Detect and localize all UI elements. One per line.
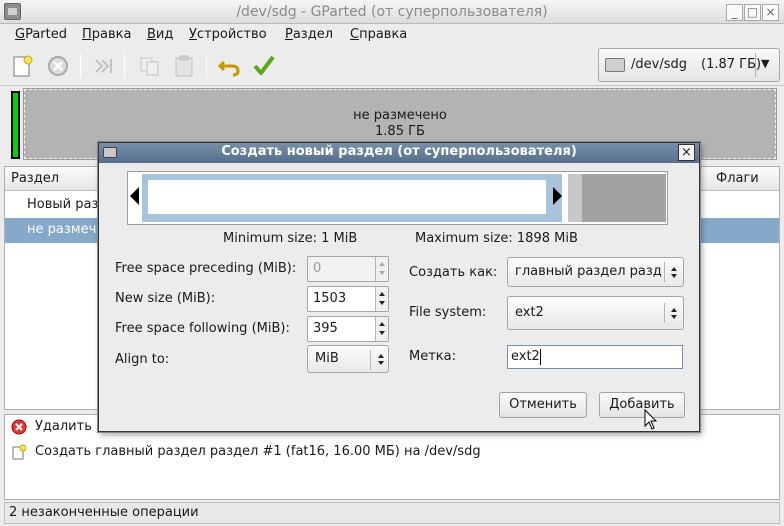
file-system-combo[interactable]: ext2 bbox=[507, 296, 684, 330]
list-item[interactable]: Создать главный раздел раздел #1 (fat16,… bbox=[9, 441, 509, 463]
free-preceding-spinner[interactable]: 0 bbox=[307, 256, 389, 282]
chevron-down-icon bbox=[378, 361, 384, 365]
resize-move-icon[interactable] bbox=[90, 52, 118, 80]
status-text: 2 незаконченные операции bbox=[9, 505, 199, 520]
align-to-combo[interactable]: MiB bbox=[307, 345, 389, 373]
title-bar: /dev/sdg - GParted (от суперпользователя… bbox=[0, 0, 784, 24]
menu-bar: GParted Правка Вид Устройство Раздел Спр… bbox=[0, 24, 784, 46]
partition-label-value: ext2 bbox=[511, 349, 540, 364]
free-preceding-value: 0 bbox=[313, 261, 322, 276]
toolbar-separator bbox=[80, 54, 81, 78]
chevron-down-icon bbox=[671, 315, 677, 319]
operation-text: Удалить bbox=[35, 419, 92, 434]
align-to-label: Align to: bbox=[115, 352, 170, 367]
new-partition-icon bbox=[11, 444, 27, 460]
align-to-value: MiB bbox=[315, 351, 339, 366]
menu-gparted[interactable]: GParted bbox=[15, 27, 67, 42]
chevron-up-icon bbox=[671, 308, 677, 312]
device-name: /dev/sdg bbox=[631, 57, 687, 72]
partition-resizer[interactable] bbox=[127, 171, 668, 225]
unallocated-size: 1.85 ГБ bbox=[375, 124, 425, 139]
partition-graph-small[interactable] bbox=[11, 91, 20, 159]
create-as-combo[interactable]: главный раздел разд bbox=[507, 257, 684, 287]
menu-view[interactable]: Вид bbox=[147, 27, 173, 42]
combo-separator bbox=[370, 350, 371, 370]
window-title: /dev/sdg - GParted (от суперпользователя… bbox=[236, 4, 548, 20]
menu-help[interactable]: Справка bbox=[350, 27, 407, 42]
partition-label-label: Метка: bbox=[409, 349, 456, 364]
resizer-slack bbox=[568, 174, 582, 222]
combo-separator bbox=[664, 262, 665, 282]
menu-edit[interactable]: Правка bbox=[82, 27, 131, 42]
spinner-buttons[interactable] bbox=[375, 257, 388, 281]
copy-icon[interactable] bbox=[136, 52, 164, 80]
max-size-label: Maximum size: 1898 MiB bbox=[415, 231, 578, 246]
toolbar-separator bbox=[124, 54, 125, 78]
unallocated-label: не размечено bbox=[353, 108, 447, 123]
free-following-spinner[interactable]: 395 bbox=[307, 316, 389, 342]
combo-separator bbox=[755, 53, 756, 77]
column-flags[interactable]: Флаги bbox=[716, 171, 759, 186]
chevron-down-icon bbox=[671, 274, 677, 278]
free-following-label: Free space following (MiB): bbox=[115, 321, 290, 336]
min-size-label: Minimum size: 1 MiB bbox=[223, 231, 358, 246]
operation-text: Создать главный раздел раздел #1 (fat16,… bbox=[35, 444, 481, 459]
menu-device[interactable]: Устройство bbox=[189, 27, 267, 42]
minimize-button[interactable]: _ bbox=[726, 4, 743, 21]
add-button[interactable]: Добавить bbox=[599, 392, 685, 418]
chevron-down-icon: ▼ bbox=[761, 57, 770, 70]
undo-icon[interactable] bbox=[216, 52, 244, 80]
column-partition[interactable]: Раздел bbox=[11, 171, 59, 186]
resizer-partition-inner bbox=[148, 180, 546, 214]
maximize-button[interactable]: □ bbox=[744, 4, 761, 21]
apply-icon[interactable] bbox=[250, 52, 278, 80]
resizer-free-space-following bbox=[582, 174, 666, 222]
unallocated-graph-label: не размечено 1.85 ГБ bbox=[24, 108, 776, 140]
status-bar: 2 незаконченные операции bbox=[4, 502, 780, 524]
dialog-title-bar: Создать новый раздел (от суперпользовате… bbox=[99, 143, 699, 163]
partition-name: Новый разд bbox=[27, 197, 108, 212]
dialog-title: Создать новый раздел (от суперпользовате… bbox=[221, 144, 577, 159]
new-size-value: 1503 bbox=[313, 291, 347, 306]
combo-separator bbox=[664, 303, 665, 323]
create-as-value: главный раздел разд bbox=[515, 264, 662, 279]
chevron-up-icon bbox=[671, 267, 677, 271]
resize-handle-left[interactable] bbox=[130, 187, 139, 205]
partition-label-input[interactable]: ext2 bbox=[507, 345, 683, 369]
harddisk-icon bbox=[605, 58, 625, 72]
list-item[interactable]: Удалить bbox=[9, 416, 99, 438]
spin-up-icon bbox=[379, 262, 385, 266]
dialog-close-button[interactable]: × bbox=[678, 144, 695, 161]
spin-down-icon bbox=[379, 271, 385, 275]
spin-up-icon bbox=[379, 322, 385, 326]
device-size: (1.87 ГБ) bbox=[701, 57, 762, 72]
chevron-up-icon bbox=[378, 354, 384, 358]
resize-handle-right[interactable] bbox=[553, 187, 562, 205]
delete-icon[interactable] bbox=[44, 52, 72, 80]
spinner-buttons[interactable] bbox=[375, 287, 388, 311]
toolbar-separator bbox=[206, 54, 207, 78]
file-system-value: ext2 bbox=[515, 305, 544, 320]
text-caret bbox=[540, 349, 541, 365]
paste-icon[interactable] bbox=[170, 52, 198, 80]
menu-partition[interactable]: Раздел bbox=[285, 27, 333, 42]
spin-down-icon bbox=[379, 331, 385, 335]
device-selector[interactable]: /dev/sdg (1.87 ГБ) ▼ bbox=[598, 48, 780, 82]
delete-icon bbox=[11, 419, 27, 435]
spin-up-icon bbox=[379, 292, 385, 296]
file-system-label: File system: bbox=[409, 305, 487, 320]
spinner-buttons[interactable] bbox=[375, 317, 388, 341]
create-as-label: Создать как: bbox=[409, 265, 498, 280]
free-following-value: 395 bbox=[313, 321, 338, 336]
spin-down-icon bbox=[379, 301, 385, 305]
create-partition-dialog: Создать новый раздел (от суперпользовате… bbox=[98, 142, 700, 432]
new-size-spinner[interactable]: 1503 bbox=[307, 286, 389, 312]
free-preceding-label: Free space preceding (MiB): bbox=[115, 261, 297, 276]
new-partition-icon[interactable] bbox=[8, 52, 36, 80]
new-size-label: New size (MiB): bbox=[115, 291, 216, 306]
close-button[interactable]: × bbox=[762, 4, 779, 21]
cancel-button[interactable]: Отменить bbox=[499, 392, 587, 418]
